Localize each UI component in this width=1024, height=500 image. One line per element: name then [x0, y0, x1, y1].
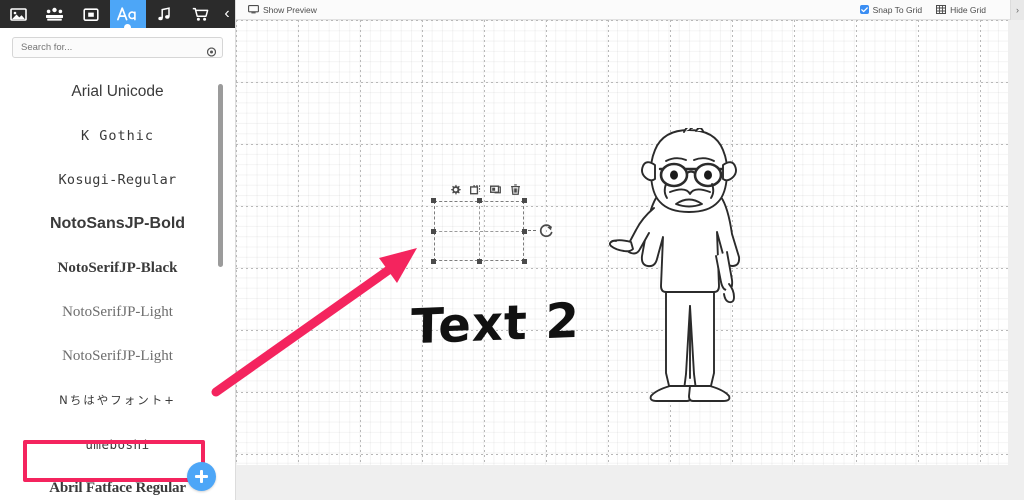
font-list-item[interactable]: umeboshi — [0, 422, 235, 466]
checkbox-checked-icon[interactable] — [859, 5, 869, 14]
font-list-item[interactable]: NotoSerifJP-Black — [0, 246, 235, 290]
snap-to-grid-toggle[interactable]: Snap To Grid — [859, 4, 923, 15]
sidebar-item-props[interactable] — [73, 0, 110, 28]
rotate-icon[interactable] — [538, 223, 554, 239]
canvas-toolbar: Show Preview Snap To Grid Hide Grid › — [236, 0, 1024, 20]
show-preview-button[interactable]: Show Preview — [248, 5, 317, 15]
search-container — [0, 28, 235, 66]
canvas-text[interactable]: Text 2 — [411, 293, 581, 356]
canvas-character[interactable] — [604, 124, 779, 418]
monitor-icon — [248, 5, 259, 14]
sidebar-collapse-button[interactable]: ‹ — [219, 0, 235, 28]
grid-icon — [936, 5, 947, 14]
font-list-item[interactable]: NotoSerifJP-Light — [0, 290, 235, 334]
app-root: ‹ Arial Unicode K Gothic Kosugi-Regular — [0, 0, 1024, 500]
resize-handle-top-left[interactable] — [431, 198, 436, 203]
sidebar-item-characters[interactable] — [37, 0, 74, 28]
font-list-container[interactable]: Arial Unicode K Gothic Kosugi-Regular No… — [0, 66, 235, 500]
font-list-item[interactable]: NotoSansJP-Bold — [0, 202, 235, 246]
assets-left-panel: ‹ Arial Unicode K Gothic Kosugi-Regular — [0, 0, 236, 500]
trash-icon[interactable] — [510, 182, 521, 200]
chevron-left-icon: ‹ — [224, 5, 230, 22]
snap-to-grid-label: Snap To Grid — [872, 4, 923, 15]
box-icon — [83, 7, 99, 21]
hide-grid-label: Hide Grid — [950, 4, 986, 15]
right-panel-toggle[interactable]: › — [1010, 0, 1024, 20]
show-preview-label: Show Preview — [263, 4, 317, 15]
editor-main: Show Preview Snap To Grid Hide Grid › Te… — [236, 0, 1024, 500]
rotate-connector — [528, 230, 536, 231]
resize-handle-top-right[interactable] — [522, 198, 527, 203]
search-input[interactable] — [13, 38, 222, 57]
font-list-item[interactable]: Kosugi-Regular — [0, 158, 235, 202]
canvas-toolbar-right: Snap To Grid Hide Grid › — [859, 0, 1024, 20]
object-context-toolbar — [450, 182, 521, 200]
text-object-selection[interactable] — [431, 184, 553, 264]
canvas-area[interactable]: Text 2 — [236, 20, 1024, 500]
chevron-right-icon: › — [1016, 4, 1019, 15]
resize-handle-middle-left[interactable] — [431, 228, 436, 234]
resize-handle-middle-right[interactable] — [522, 228, 527, 234]
clear-circle-icon[interactable] — [206, 43, 217, 57]
canvas-grid[interactable]: Text 2 — [236, 20, 1008, 465]
font-list-item-highlighted[interactable]: Nちはやフォント+ — [0, 378, 235, 422]
sidebar-item-text[interactable] — [109, 0, 146, 31]
sidebar-item-image[interactable] — [0, 0, 37, 28]
flip-icon[interactable] — [489, 182, 501, 200]
search-box[interactable] — [12, 37, 223, 58]
font-list-scrollbar[interactable] — [218, 84, 223, 267]
image-icon — [9, 7, 27, 21]
sidebar-item-music[interactable] — [146, 0, 183, 28]
resize-handle-top-center[interactable] — [476, 198, 482, 203]
asset-tab-bar: ‹ — [0, 0, 235, 31]
resize-handle-bottom-center[interactable] — [476, 259, 482, 264]
selection-midline-horizontal — [434, 231, 524, 232]
font-list-item[interactable]: NotoSerifJP-Light — [0, 334, 235, 378]
hide-grid-button[interactable]: Hide Grid — [936, 5, 986, 15]
resize-handle-bottom-right[interactable] — [522, 259, 527, 264]
people-icon — [46, 7, 64, 21]
font-list-item[interactable]: K Gothic — [0, 114, 235, 158]
music-note-icon — [158, 6, 170, 20]
font-list-item[interactable]: Arial Unicode — [0, 70, 235, 114]
font-list: Arial Unicode K Gothic Kosugi-Regular No… — [0, 66, 235, 500]
settings-gear-icon[interactable] — [450, 182, 461, 200]
resize-handle-bottom-left[interactable] — [431, 259, 436, 264]
sidebar-item-store[interactable] — [183, 0, 220, 28]
shopping-cart-icon — [193, 7, 209, 21]
text-aa-icon — [116, 7, 136, 21]
add-font-button[interactable] — [187, 462, 216, 491]
